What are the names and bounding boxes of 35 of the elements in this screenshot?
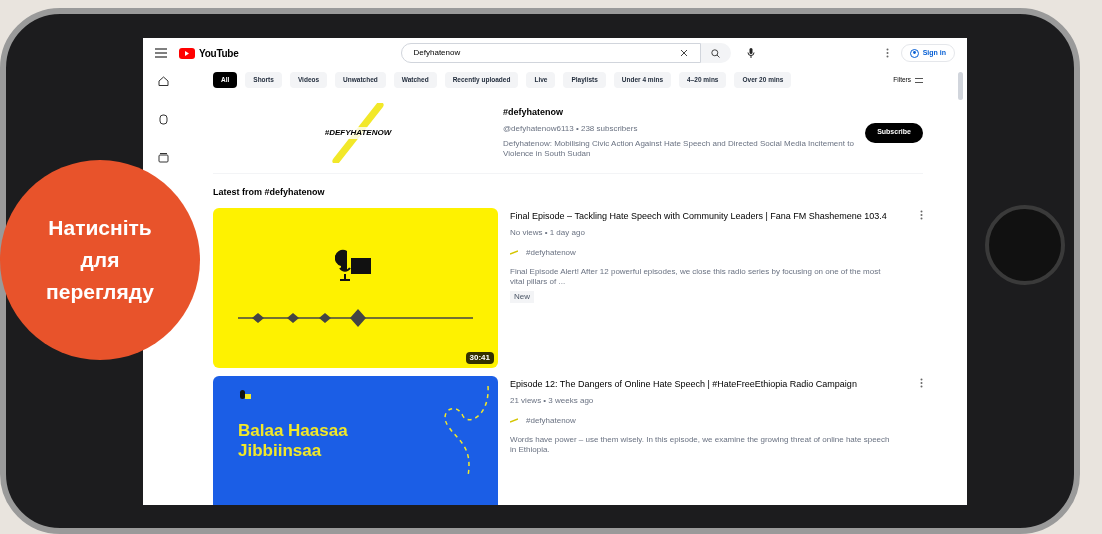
new-badge: New (510, 290, 534, 303)
video-meta: 21 views • 3 weeks ago (510, 394, 595, 407)
microphone-icon[interactable] (746, 48, 755, 58)
person-icon (909, 48, 919, 58)
more-icon[interactable] (920, 209, 923, 220)
video-description: Words have power – use them wisely. In this episode, we examine the growing threat of online hate speech in Ethiopia. (510, 434, 890, 455)
duration-badge: 30:41 (465, 351, 494, 364)
channel-meta: @defyhatenow6113 • 238 subscribers (503, 123, 639, 136)
channel-avatar-icon (510, 418, 518, 423)
more-icon[interactable] (885, 48, 889, 58)
more-icon[interactable] (920, 377, 923, 388)
menu-icon[interactable] (155, 48, 167, 58)
sliders-icon (915, 76, 923, 84)
channel-name[interactable]: #defyhatenow (503, 105, 866, 120)
video-description: Final Episode Alert! After 12 powerful episodes, we close this radio series by focusing on one of the most vital pillars of ... (510, 266, 882, 287)
video-title[interactable]: Final Episode – Tackling Hate Speech with Community Leaders | Fana FM Shashemene 103.4 (510, 209, 900, 223)
close-icon[interactable] (679, 49, 688, 57)
video-thumbnail[interactable]: 30:41 (213, 207, 498, 368)
video-meta: No views • 1 day ago (510, 226, 586, 239)
video-channel[interactable]: #defyhatenow (526, 414, 576, 427)
search-icon (711, 48, 721, 58)
banner-text: #DEFYHATENOW (322, 126, 394, 139)
thumbnail-title: Balaa Haasaa Jibbiinsaa (238, 420, 349, 461)
video-thumbnail[interactable]: Balaa Haasaa Jibbiinsaa (213, 375, 498, 505)
channel-description: Defyhatenow: Mobilising Civic Action Against Hate Speech and Directed Social Media Incitement to Violence in South Sudan (503, 139, 855, 160)
logo-text: YouTube (199, 46, 239, 61)
search-button[interactable] (700, 43, 731, 63)
home-icon[interactable] (157, 76, 169, 86)
scrollbar[interactable] (958, 72, 963, 100)
play-logo-icon (179, 47, 195, 59)
video-channel[interactable]: #defyhatenow (526, 246, 576, 259)
section-title: Latest from #defyhatenow (213, 186, 326, 199)
channel-avatar-icon (510, 250, 518, 255)
subscriptions-icon[interactable] (157, 153, 169, 163)
video-title[interactable]: Episode 12: The Dangers of Online Hate Speech | #HateFreeEthiopia Radio Campaign (510, 377, 900, 391)
